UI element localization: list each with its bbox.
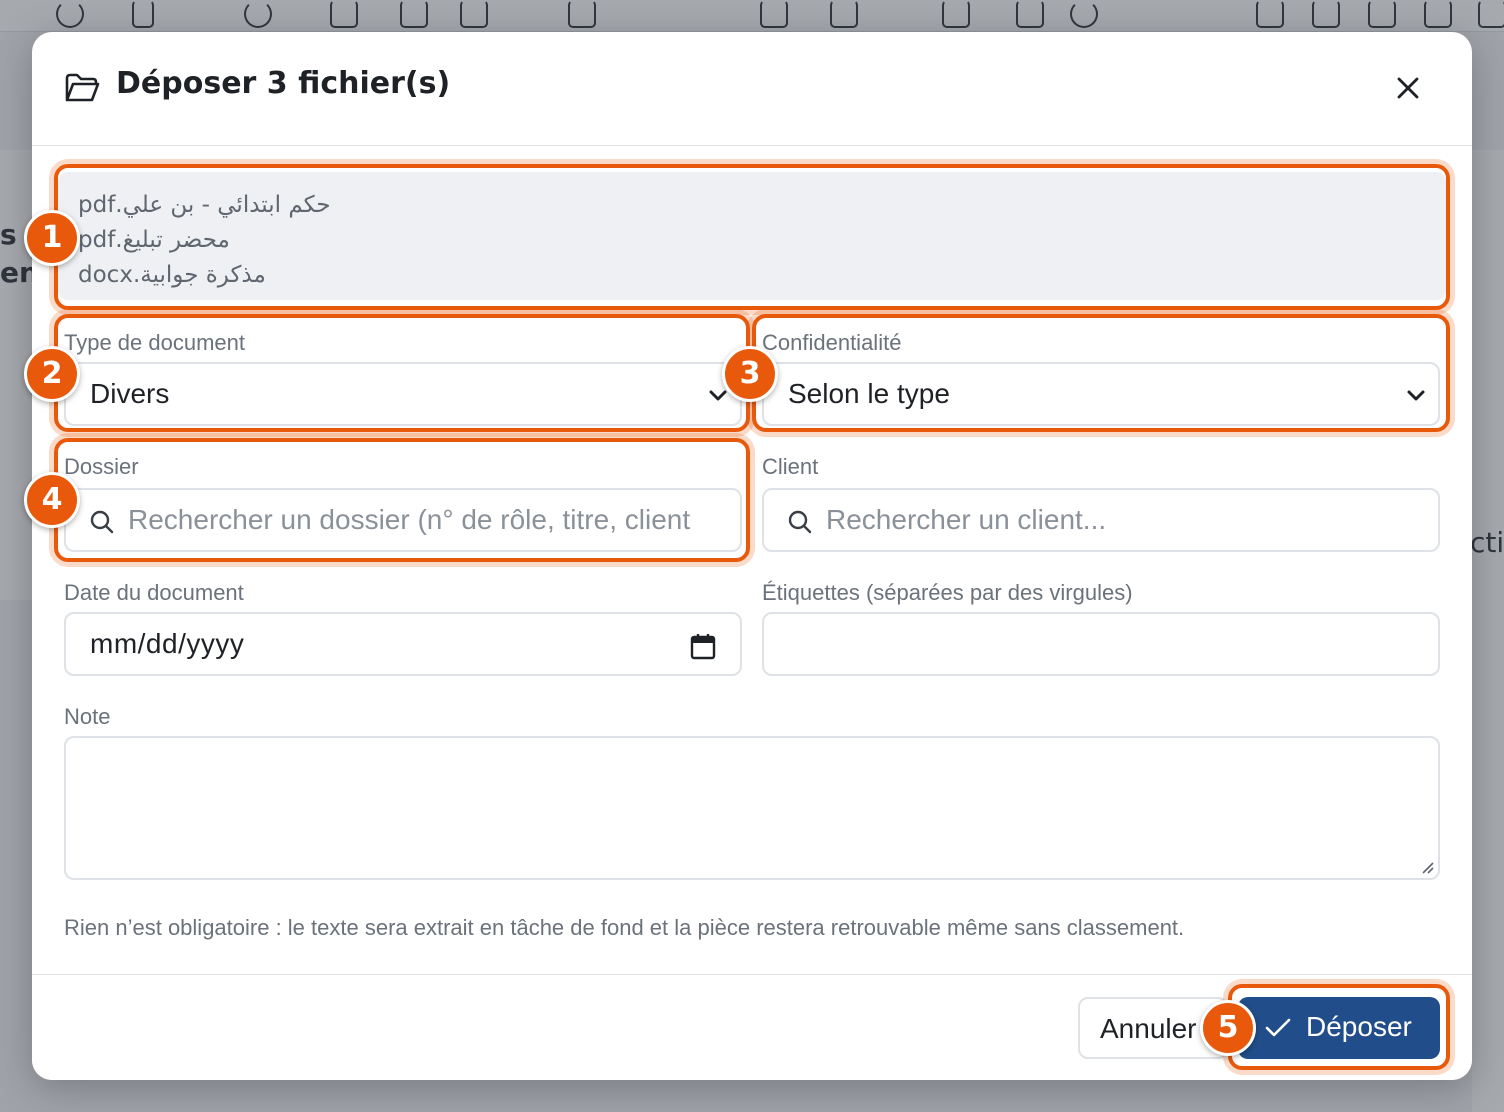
tags-input[interactable] <box>762 612 1440 676</box>
search-icon <box>90 510 114 534</box>
close-icon[interactable] <box>1392 72 1424 104</box>
dialog-footer: Annuler Déposer <box>32 974 1472 1080</box>
tags-label: Étiquettes (séparées par des virgules) <box>762 580 1133 605</box>
submit-button[interactable]: Déposer <box>1238 997 1440 1059</box>
confidentiality-label: Confidentialité <box>762 330 902 355</box>
confidentiality-value: Selon le type <box>788 378 950 409</box>
date-input[interactable]: mm/dd/yyyy <box>64 612 742 676</box>
date-label: Date du document <box>64 580 244 605</box>
dialog-header: Déposer 3 fichier(s) <box>32 32 1472 146</box>
dossier-label: Dossier <box>64 454 139 479</box>
dossier-search-input[interactable]: Rechercher un dossier (n° de rôle, titre… <box>64 488 742 552</box>
search-icon <box>788 510 812 534</box>
dialog-title: Déposer 3 fichier(s) <box>116 66 451 101</box>
doc-type-value: Divers <box>90 378 170 409</box>
check-icon <box>1265 1018 1291 1037</box>
doc-type-select[interactable]: Divers <box>64 362 742 426</box>
help-text: Rien n’est obligatoire : le texte sera e… <box>64 915 1185 940</box>
note-label: Note <box>64 704 111 729</box>
chevron-down-icon <box>709 390 727 401</box>
folder-open-icon <box>65 73 100 102</box>
annotation-badge: 5 <box>1200 1000 1256 1056</box>
resize-handle-icon[interactable] <box>1418 858 1434 874</box>
chevron-down-icon <box>1407 390 1425 401</box>
doc-type-label: Type de document <box>64 330 246 355</box>
upload-dialog: Déposer 3 fichier(s) حكم ابتدائي - بن عل… <box>32 32 1472 1080</box>
confidentiality-select[interactable]: Selon le type <box>762 362 1440 426</box>
client-placeholder: Rechercher un client... <box>826 504 1107 535</box>
file-item: مذكرة جوابية.docx <box>78 262 266 288</box>
file-item: محضر تبليغ.pdf <box>78 227 230 253</box>
cancel-button-label: Annuler <box>1100 1013 1197 1044</box>
submit-button-label: Déposer <box>1306 1011 1412 1042</box>
file-list: حكم ابتدائي - بن علي.pdf محضر تبليغ.pdf … <box>58 172 1446 300</box>
dossier-placeholder: Rechercher un dossier (n° de rôle, titre… <box>128 504 691 535</box>
note-textarea[interactable] <box>64 736 1440 880</box>
client-search-input[interactable]: Rechercher un client... <box>762 488 1440 552</box>
annotation-badge: 1 <box>24 210 80 266</box>
annotation-badge: 4 <box>24 472 80 528</box>
annotation-badge: 3 <box>722 346 778 402</box>
annotation-badge: 2 <box>24 346 80 402</box>
file-item: حكم ابتدائي - بن علي.pdf <box>78 192 331 218</box>
calendar-icon[interactable] <box>690 632 716 660</box>
date-value: mm/dd/yyyy <box>90 628 245 659</box>
client-label: Client <box>762 454 819 479</box>
